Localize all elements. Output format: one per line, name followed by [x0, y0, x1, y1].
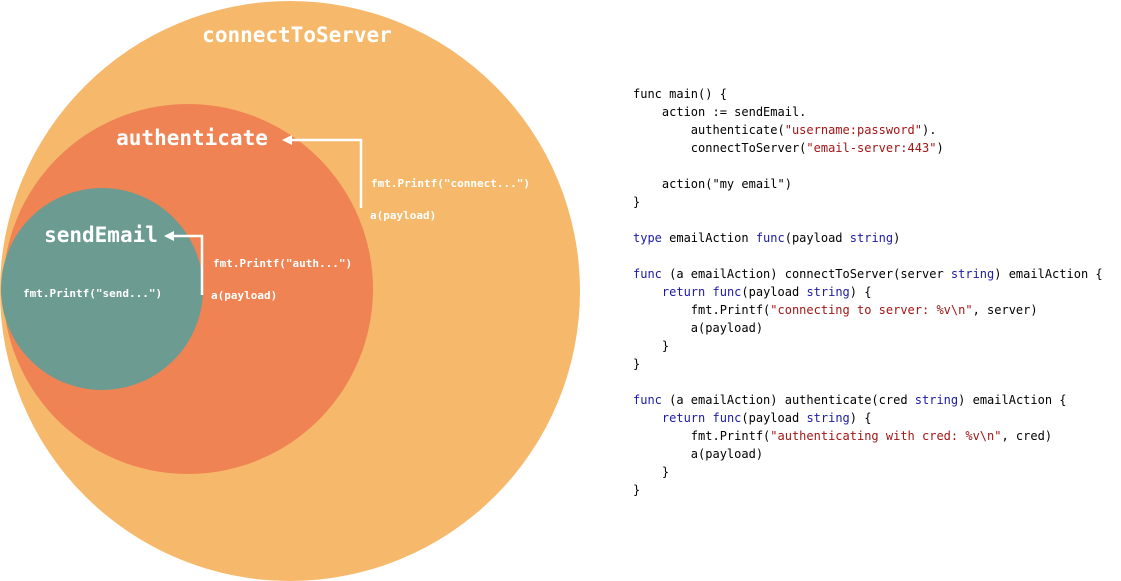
code-keyword: string — [950, 267, 995, 281]
code-line: func (a emailAction) connectToServer(ser… — [633, 265, 1103, 283]
authenticate-label: authenticate — [116, 126, 268, 150]
code-keyword: string — [849, 231, 894, 245]
code-text: a(payload) — [633, 321, 764, 335]
nested-circles-diagram: connectToServer authenticate sendEmail f… — [0, 1, 580, 581]
code-text: (payload — [741, 285, 807, 299]
code-keyword: func — [633, 267, 662, 281]
code-text: (a emailAction) authenticate(cred — [661, 393, 915, 407]
code-line: a(payload) — [633, 319, 1103, 337]
payload-auth-annotation: a(payload) — [211, 289, 277, 302]
code-text: (a emailAction) connectToServer(server — [661, 267, 951, 281]
code-keyword: string — [914, 393, 959, 407]
code-keyword: func — [755, 231, 785, 245]
code-keyword: func — [712, 285, 742, 299]
code-text: } — [633, 339, 670, 353]
code-line: connectToServer("email-server:443") — [633, 139, 1103, 157]
code-line: type emailAction func(payload string) — [633, 229, 1103, 247]
code-text: } — [633, 483, 641, 497]
code-keyword: string — [806, 285, 850, 299]
code-line: return func(payload string) { — [633, 283, 1103, 301]
code-line: action("my email") — [633, 175, 1103, 193]
code-keyword: func — [633, 393, 662, 407]
code-text: (payload — [784, 231, 850, 245]
code-keyword: return — [661, 285, 706, 299]
code-string: "username:password" — [784, 123, 922, 137]
code-line: } — [633, 193, 1103, 211]
code-string: "authenticating with cred: %v\n" — [770, 429, 1002, 443]
code-text: a(payload) — [633, 447, 764, 461]
code-line: } — [633, 355, 1103, 373]
code-keyword: func — [712, 411, 742, 425]
code-text: ) emailAction { — [994, 267, 1103, 281]
code-text: ) { — [849, 411, 872, 425]
printf-connect-annotation: fmt.Printf("connect...") — [371, 177, 530, 190]
code-text: connectToServer( — [633, 141, 807, 155]
code-line: a(payload) — [633, 445, 1103, 463]
code-line: fmt.Printf("connecting to server: %v\n",… — [633, 301, 1103, 319]
printf-auth-annotation: fmt.Printf("auth...") — [213, 257, 352, 270]
code-text: } — [633, 357, 641, 371]
code-text: ) — [893, 231, 901, 245]
send-email-label: sendEmail — [44, 223, 158, 247]
code-line: return func(payload string) { — [633, 409, 1103, 427]
code-keyword: string — [806, 411, 850, 425]
code-line: authenticate("username:password"). — [633, 121, 1103, 139]
code-text: fmt.Printf( — [633, 429, 771, 443]
code-string: "connecting to server: %v\n" — [770, 303, 973, 317]
code-text: ) { — [849, 285, 872, 299]
code-text: (payload — [741, 411, 807, 425]
code-text: action("my email") — [633, 177, 792, 191]
code-string: "email-server:443" — [806, 141, 937, 155]
code-text: authenticate( — [633, 123, 785, 137]
code-text: ). — [922, 123, 937, 137]
code-text: emailAction — [661, 231, 756, 245]
go-code-listing: func main() { action := sendEmail. authe… — [633, 85, 1103, 499]
code-line: action := sendEmail. — [633, 103, 1103, 121]
code-line: } — [633, 481, 1103, 499]
code-line: } — [633, 337, 1103, 355]
code-text: } — [633, 465, 670, 479]
code-text: func main() { — [633, 87, 727, 101]
code-text: action := sendEmail. — [633, 105, 807, 119]
code-text: ) — [936, 141, 944, 155]
code-text: } — [633, 195, 641, 209]
code-line: } — [633, 463, 1103, 481]
code-text: fmt.Printf( — [633, 303, 771, 317]
code-keyword: return — [661, 411, 706, 425]
code-text: , cred) — [1001, 429, 1053, 443]
printf-send-annotation: fmt.Printf("send...") — [23, 287, 162, 300]
payload-connect-annotation: a(payload) — [370, 209, 436, 222]
code-line: func (a emailAction) authenticate(cred s… — [633, 391, 1103, 409]
code-line: fmt.Printf("authenticating with cred: %v… — [633, 427, 1103, 445]
code-text: , server) — [972, 303, 1038, 317]
connect-to-server-label: connectToServer — [202, 23, 392, 47]
code-line: func main() { — [633, 85, 1103, 103]
code-keyword: type — [633, 231, 662, 245]
code-text: ) emailAction { — [958, 393, 1067, 407]
